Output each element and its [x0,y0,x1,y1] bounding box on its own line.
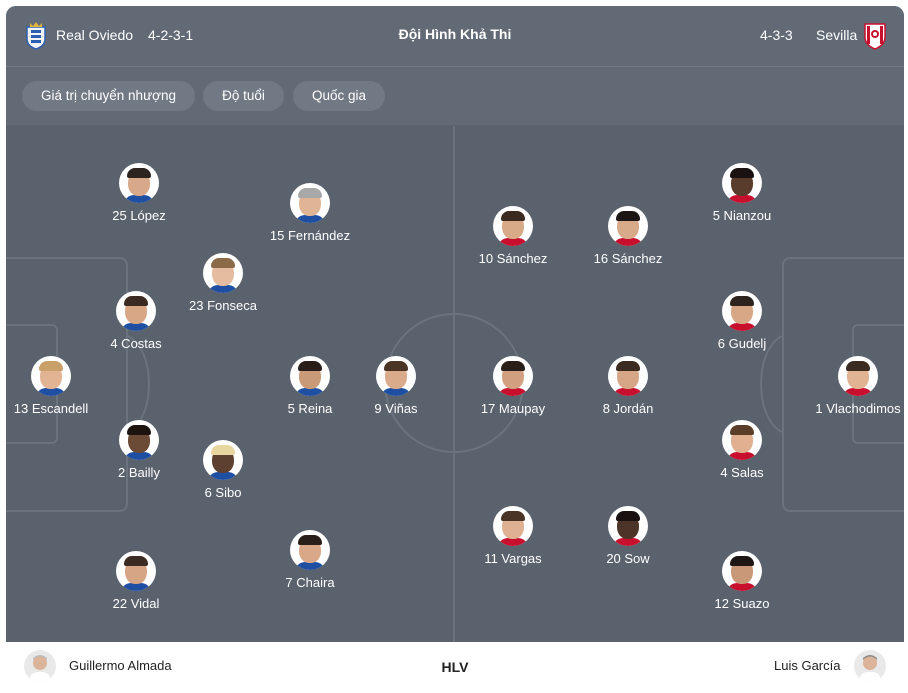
away-player[interactable]: 4 Salas [672,420,812,480]
player-name: 22 Vidal [112,596,160,611]
player-avatar [290,530,330,570]
home-player[interactable]: 22 Vidal [66,551,206,611]
home-player[interactable]: 13 Escandell [6,356,121,416]
football-pitch: 13 Escandell 4 Costas 2 Bailly 25 López 22 V… [6,126,904,642]
player-avatar [608,206,648,246]
away-player[interactable]: 6 Gudelj [672,291,812,351]
player-avatar [608,506,648,546]
sevilla-crest-icon [864,23,886,50]
player-avatar [290,356,330,396]
player-name: 7 Chaira [285,575,335,590]
player-name: 15 Fernández [269,228,351,243]
home-player[interactable]: 7 Chaira [240,530,380,590]
player-name: 4 Salas [720,465,764,480]
away-coach-name[interactable]: Luis García [774,658,840,673]
player-name: 6 Sibo [204,485,242,500]
player-avatar [838,356,878,396]
player-avatar [608,356,648,396]
player-name: 12 Suazo [714,596,770,611]
player-name: 6 Gudelj [717,336,767,351]
player-avatar [722,291,762,331]
away-coach-avatar [854,650,886,682]
coach-label: HLV [441,659,469,675]
lineup-card: Real Oviedo 4-2-3-1 Đội Hình Khả Thi 4-3… [6,6,904,693]
filter-transfer-value-chip[interactable]: Giá trị chuyển nhượng [22,81,195,111]
player-avatar [119,163,159,203]
filter-bar: Giá trị chuyển nhượng Độ tuổi Quốc gia [6,67,904,125]
player-avatar [493,506,533,546]
player-avatar [722,163,762,203]
player-avatar [722,420,762,460]
home-player[interactable]: 23 Fonseca [153,253,293,313]
filter-age-chip[interactable]: Độ tuổi [203,81,284,111]
player-name: 25 López [112,208,166,223]
away-player[interactable]: 11 Vargas [443,506,583,566]
home-player[interactable]: 25 López [69,163,209,223]
lineup-header: Real Oviedo 4-2-3-1 Đội Hình Khả Thi 4-3… [6,6,904,67]
home-player[interactable]: 15 Fernández [240,183,380,243]
player-avatar [376,356,416,396]
player-avatar [116,291,156,331]
player-avatar [203,440,243,480]
away-team-name[interactable]: Sevilla [816,27,857,43]
player-avatar [493,206,533,246]
player-avatar [203,253,243,293]
player-avatar [493,356,533,396]
player-name: 13 Escandell [13,401,89,416]
player-name: 4 Costas [110,336,162,351]
player-avatar [116,551,156,591]
player-name: 11 Vargas [484,551,542,566]
player-avatar [290,183,330,223]
home-player[interactable]: 6 Sibo [153,440,293,500]
away-player[interactable]: 1 Vlachodimos [788,356,904,416]
player-avatar [31,356,71,396]
filter-nationality-chip[interactable]: Quốc gia [293,81,385,111]
player-name: 23 Fonseca [189,298,257,313]
player-avatar [722,551,762,591]
away-player[interactable]: 17 Maupay [443,356,583,416]
away-player[interactable]: 10 Sánchez [443,206,583,266]
player-name: 10 Sánchez [478,251,548,266]
player-name: 17 Maupay [480,401,546,416]
coaches-row: Guillermo Almada HLV Luis García [6,642,904,693]
player-name: 1 Vlachodimos [815,401,901,416]
away-formation: 4-3-3 [760,27,793,43]
